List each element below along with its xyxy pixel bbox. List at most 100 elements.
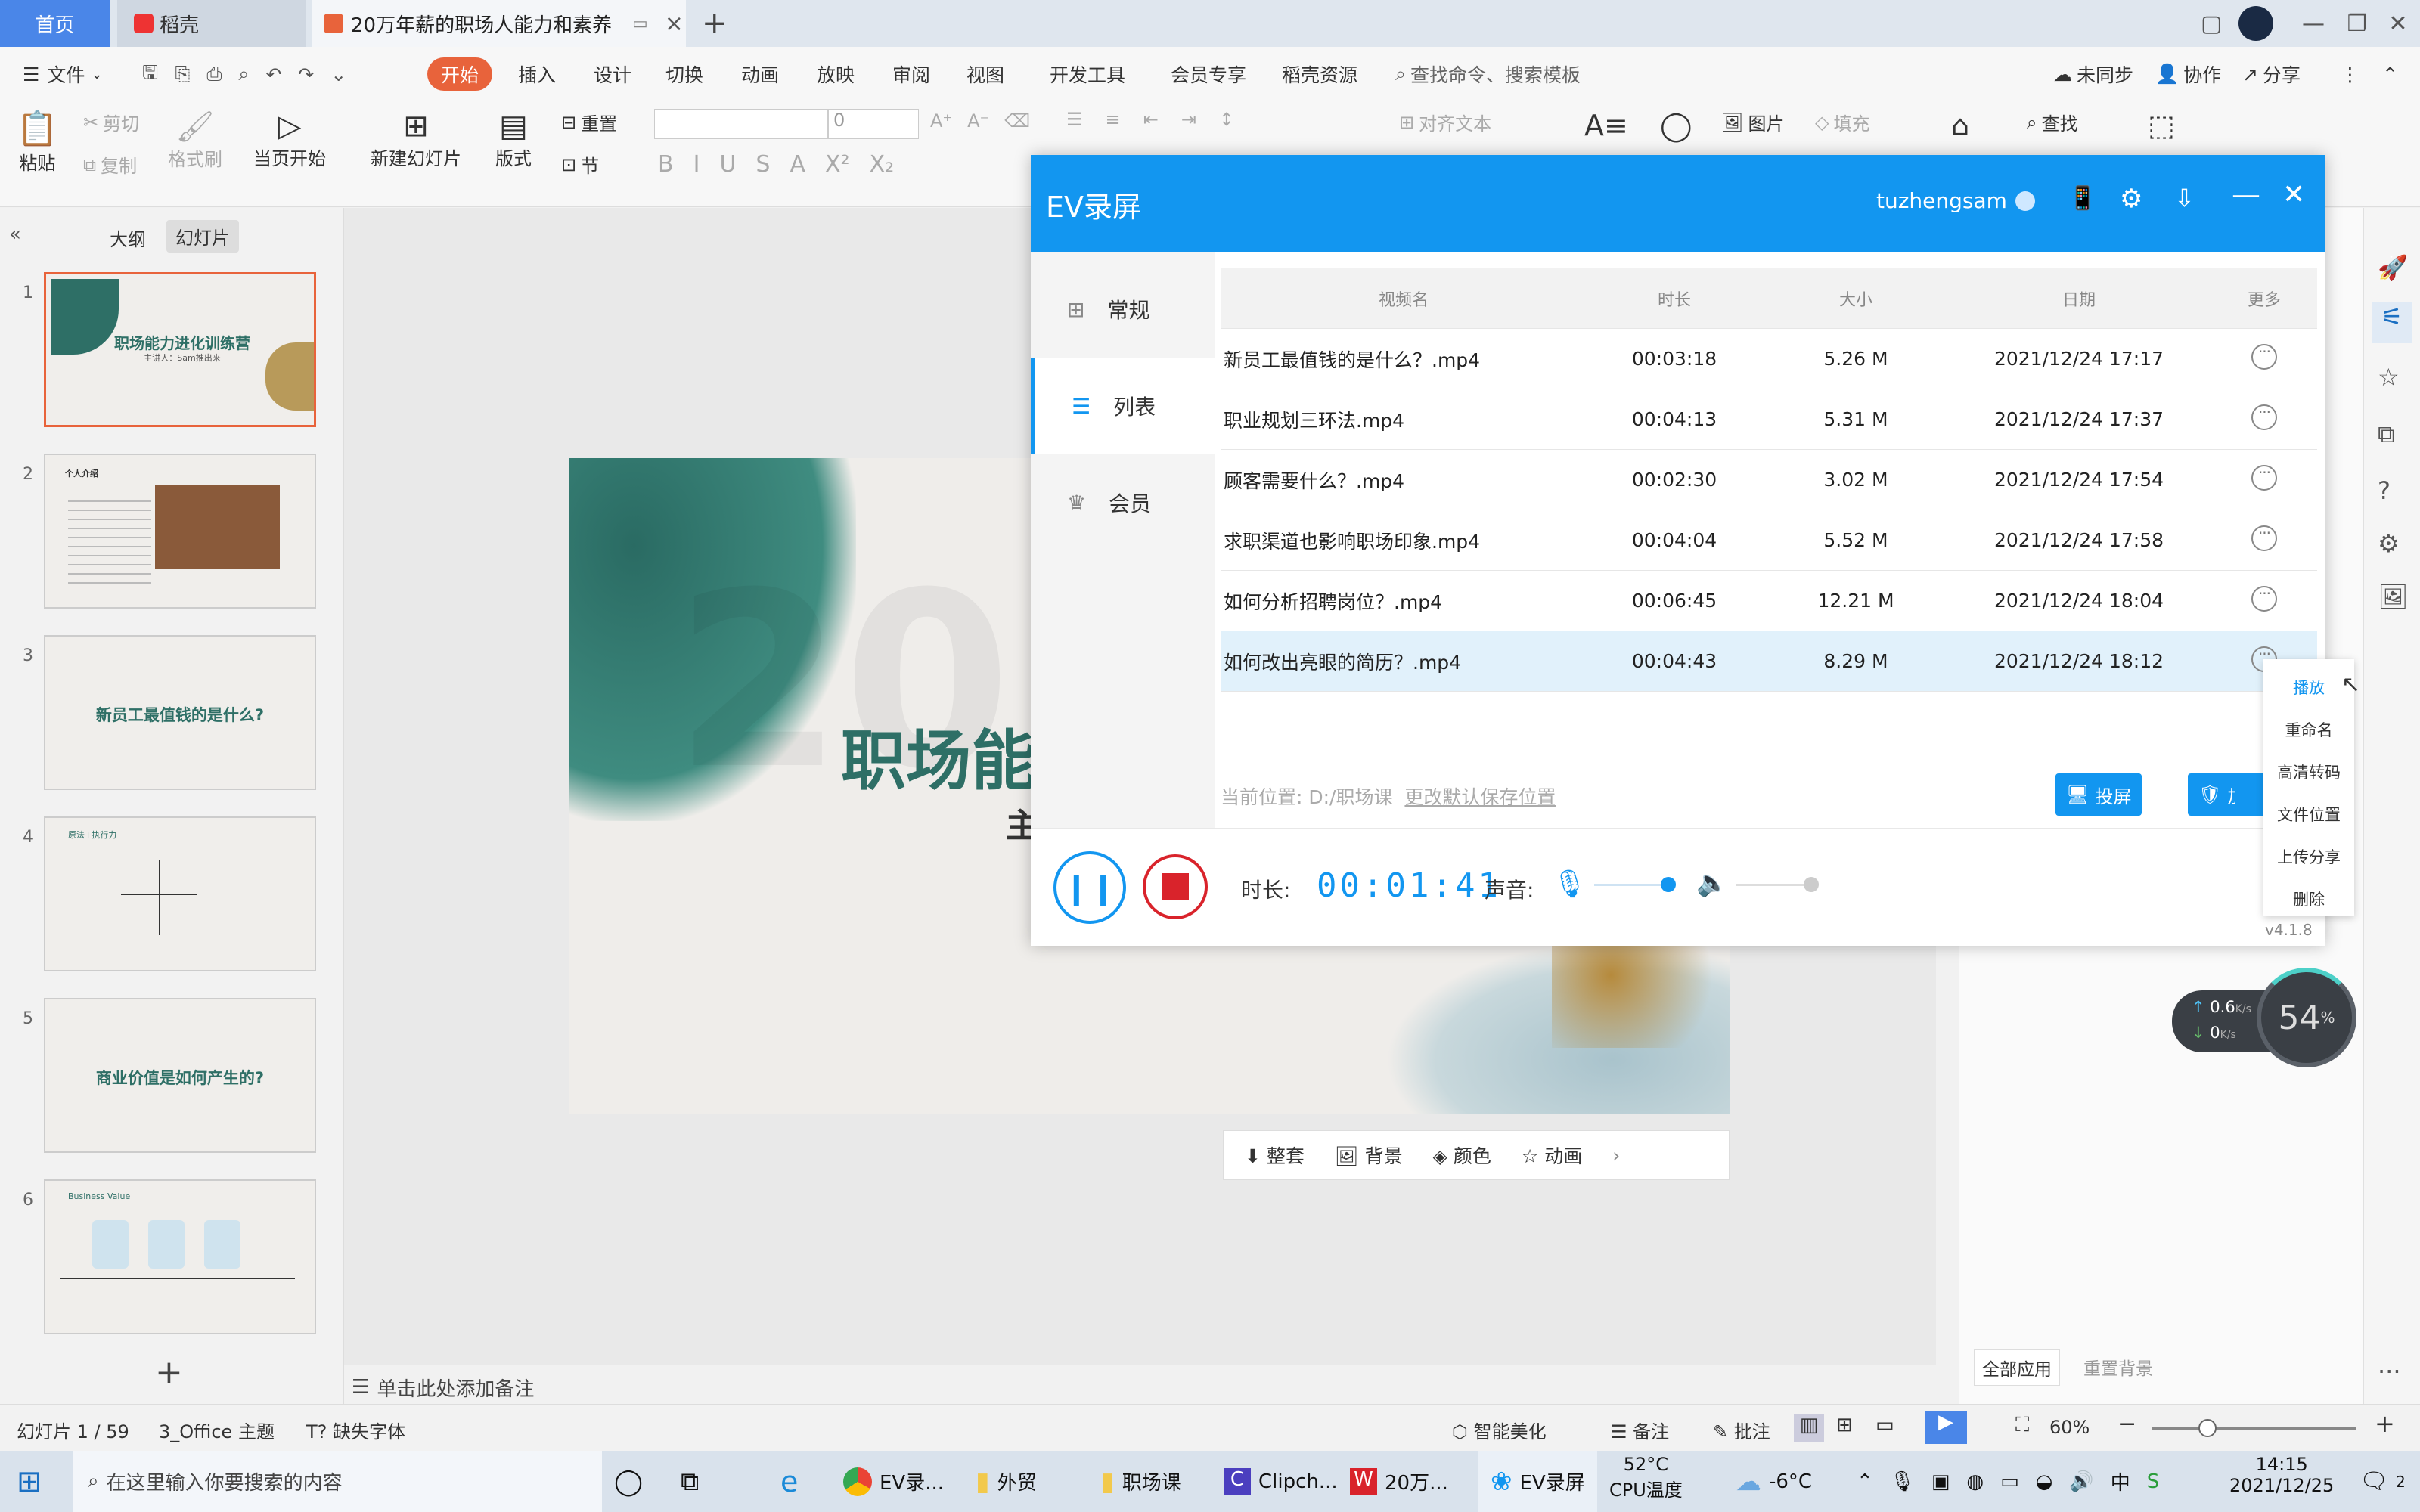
camera-icon[interactable]: ▣ <box>1931 1470 1950 1493</box>
change-location-link[interactable]: 更改默认保存位置 <box>1404 786 1556 808</box>
wechat-icon[interactable]: ◍ <box>1966 1470 1984 1493</box>
minimize-icon[interactable]: — <box>2291 0 2335 47</box>
new-slide-button[interactable]: ⊞ 新建幻灯片 <box>371 109 461 170</box>
menu-view[interactable]: 视图 <box>966 47 1004 101</box>
menu-file[interactable]: ☰ 文件 ⌄ <box>23 47 103 101</box>
picture-button[interactable]: 🖼 图片 <box>1720 109 1784 135</box>
menu-docer-resources[interactable]: 稻壳资源 <box>1282 47 1357 101</box>
ctx-rename[interactable]: 重命名 <box>2263 718 2354 741</box>
line-spacing-icon[interactable]: ↕ <box>1219 109 1234 130</box>
taskbar-app-clipchamp[interactable]: C Clipch... <box>1224 1451 1338 1512</box>
font-size-input[interactable]: 0 <box>828 109 919 139</box>
taskbar-app-folder-trade[interactable]: ▮ 外贸 <box>976 1451 1037 1512</box>
reset-button[interactable]: ⊟ 重置 <box>561 109 617 135</box>
taskbar-app-folder-course[interactable]: ▮ 职场课 <box>1100 1451 1181 1512</box>
speaker-volume-slider[interactable] <box>1736 877 1819 892</box>
edge-icon[interactable]: e <box>780 1451 798 1512</box>
copy-icon[interactable]: ⧉ <box>2378 420 2395 449</box>
table-row[interactable]: 求职渠道也影响职场印象.mp4 00:04:04 5.52 M 2021/12/… <box>1221 510 2317 571</box>
textbox-icon[interactable]: A≡ <box>1584 109 1628 142</box>
outdent-icon[interactable]: ⇤ <box>1143 109 1159 130</box>
image-icon[interactable]: 🖼 <box>2378 582 2409 611</box>
find-button[interactable]: ⌕ 查找 <box>2027 109 2077 135</box>
menu-review[interactable]: 审阅 <box>892 47 930 101</box>
clear-format-icon[interactable]: ⌫ <box>1004 110 1030 132</box>
table-row-selected[interactable]: 如何改出亮眼的简历？.mp4 00:04:43 8.29 M 2021/12/2… <box>1221 631 2317 692</box>
preview-icon[interactable]: ⌕ <box>238 63 249 85</box>
shapes-icon[interactable]: ◯ <box>1660 109 1692 142</box>
apply-all-button[interactable]: 全部应用 <box>1974 1349 2060 1386</box>
more-options-icon[interactable] <box>2251 463 2277 491</box>
rocket-icon[interactable]: 🚀 <box>2378 253 2408 282</box>
star-icon[interactable]: ☆ <box>2378 363 2400 392</box>
more-icon[interactable]: ⋮ <box>2341 47 2360 101</box>
fit-window-icon[interactable]: ⛶ <box>2015 1414 2029 1437</box>
restore-icon[interactable]: ❐ <box>2335 0 2379 47</box>
taskbar-app-wps[interactable]: W 20万... <box>1350 1451 1448 1512</box>
pause-button[interactable]: ❙❙ <box>1053 851 1126 924</box>
slide-thumb-1[interactable]: 职场能力进化训练营 主讲人：Sam推出来 <box>44 272 316 427</box>
zoom-slider-handle[interactable] <box>2198 1419 2217 1437</box>
indent-icon[interactable]: ⇥ <box>1181 109 1196 130</box>
reading-view-icon[interactable]: ▭ <box>1876 1414 1894 1436</box>
close-icon[interactable]: ✕ <box>2376 0 2420 47</box>
select-icon[interactable]: ⬚ <box>2148 109 2175 142</box>
menu-member[interactable]: 会员专享 <box>1171 47 1246 101</box>
menu-insert[interactable]: 插入 <box>518 47 556 101</box>
collapse-panel-icon[interactable]: « <box>9 223 21 246</box>
microphone-icon[interactable]: 🎙 <box>1553 868 1587 900</box>
redo-icon[interactable]: ↷ <box>298 64 314 85</box>
more-options-icon[interactable] <box>2251 403 2277 430</box>
menu-animation[interactable]: 动画 <box>741 47 779 101</box>
layout-button[interactable]: ▤ 版式 <box>495 109 532 170</box>
add-slide-icon[interactable]: + <box>155 1353 183 1392</box>
strike-icon[interactable]: S <box>755 151 770 178</box>
more-options-icon[interactable] <box>2251 524 2277 551</box>
bullets-icon[interactable]: ☰ <box>1066 109 1083 130</box>
slide-thumb-5[interactable]: 商业价值是如何产生的? <box>44 998 316 1153</box>
speaker-volume-handle[interactable] <box>1804 877 1819 892</box>
copy-button[interactable]: ⧉ 复制 <box>83 151 137 178</box>
animation-button[interactable]: ☆ 动画 <box>1522 1142 1582 1169</box>
zoom-slider[interactable] <box>2152 1419 2356 1437</box>
fill-button[interactable]: ◇ 填充 <box>1815 109 1869 135</box>
unsync-button[interactable]: ☁ 未同步 <box>2053 47 2133 101</box>
minimize-icon[interactable]: — <box>2232 178 2260 211</box>
color-button[interactable]: ◈ 颜色 <box>1433 1142 1491 1169</box>
suite-button[interactable]: ⬇ 整套 <box>1245 1142 1305 1169</box>
slide-thumb-3[interactable]: 新员工最值钱的是什么? <box>44 635 316 790</box>
ev-nav-member[interactable]: ♛ 会员 <box>1031 454 1215 551</box>
more-options-icon[interactable] <box>2251 342 2277 370</box>
font-color-icon[interactable]: A <box>790 151 805 178</box>
section-button[interactable]: ⊡ 节 <box>561 151 599 178</box>
stop-button[interactable] <box>1143 854 1208 919</box>
dropdown-menu-icon[interactable]: ⇩ <box>2174 184 2195 212</box>
settings-sliders-icon[interactable]: ⚟ <box>2372 302 2412 343</box>
undo-icon[interactable]: ↶ <box>265 64 281 85</box>
tab-home[interactable]: 首页 <box>0 0 110 47</box>
slide-thumb-2[interactable]: 个人介绍 <box>44 454 316 609</box>
next-icon[interactable]: › <box>1612 1145 1620 1167</box>
from-current-button[interactable]: ▷ 当页开始 <box>253 109 326 170</box>
underline-icon[interactable]: U <box>719 151 736 178</box>
ctx-upload-share[interactable]: 上传分享 <box>2263 845 2354 868</box>
close-icon[interactable]: ✕ <box>2282 179 2305 210</box>
ime-indicator[interactable]: 中 <box>2111 1467 2130 1495</box>
menu-slideshow[interactable]: 放映 <box>817 47 855 101</box>
notification-center[interactable]: 🗨 2 <box>2360 1451 2406 1512</box>
sorter-view-icon[interactable]: ⊞ <box>1836 1414 1853 1436</box>
slide-thumb-4[interactable]: 原法+执行力 <box>44 816 316 971</box>
align-text-button[interactable]: ⊞ 对齐文本 <box>1399 109 1491 135</box>
taskbar-app-ev[interactable]: ❀ EV录屏 <box>1478 1451 1597 1512</box>
windows-start-icon[interactable]: ⊞ <box>17 1451 42 1512</box>
edit-button[interactable] <box>2235 773 2265 816</box>
save-icon[interactable]: 🖫 <box>142 58 158 91</box>
paste-button[interactable]: 📋 粘贴 <box>17 109 58 175</box>
tray-expand-icon[interactable]: ⌃ <box>1857 1470 1873 1493</box>
gear-icon[interactable]: ⚙ <box>2120 184 2142 214</box>
menu-developer[interactable]: 开发工具 <box>1050 47 1125 101</box>
menu-home[interactable]: 开始 <box>427 57 493 91</box>
format-painter-button[interactable]: 🖌 格式刷 <box>168 109 222 171</box>
ctx-hd-transcode[interactable]: 高清转码 <box>2263 761 2354 783</box>
background-button[interactable]: 🖼 背景 <box>1335 1142 1403 1169</box>
